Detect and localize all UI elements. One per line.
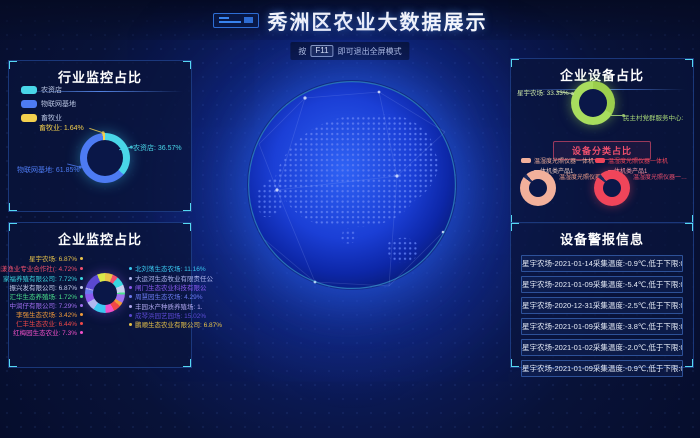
alarm-row[interactable]: 星宇农场-2021-01-02采集温度:-2.0℃,低于下限:0℃ [521, 339, 683, 356]
label-dot [129, 277, 132, 280]
leader-line [89, 128, 103, 133]
label-dot [80, 257, 83, 260]
label-dot [129, 295, 132, 298]
enterprise-donut-chart[interactable] [85, 273, 125, 313]
enterprise-chart-label: 周慧园生态农场: 4.29% [129, 291, 203, 301]
industry-donut-chart[interactable] [80, 133, 130, 183]
alarm-row[interactable]: 星宇农场-2021-01-14采集温度:-0.9℃,低于下限:0℃ [521, 255, 683, 272]
label-dot [80, 267, 83, 270]
class-right-legend[interactable]: 温湿度光照仪器一体机 [595, 156, 668, 165]
device-donut-chart[interactable] [571, 81, 615, 125]
class-left-legend[interactable]: 温湿度光照仪器一体机 [521, 156, 594, 165]
legend-swatch [21, 100, 37, 108]
class-left-donut-chart[interactable] [520, 170, 556, 206]
legend-item[interactable]: 物联网基地 [21, 99, 76, 109]
label-dot [129, 286, 132, 289]
page-title: 秀洲区农业大数据展示 [268, 6, 488, 35]
legend-swatch [21, 114, 37, 122]
enterprise-chart-label: 北刘荡生态农场: 11.16% [129, 263, 206, 273]
alarm-row[interactable]: 星宇农场-2020-12-31采集温度:-2.5℃,低于下限:0℃ [521, 297, 683, 314]
alarm-row[interactable]: 星宇农场-2021-01-09采集温度:-3.8℃,低于下限:0℃ [521, 318, 683, 335]
leader-line [611, 115, 623, 116]
panel-enterprise-monitor: 企业监控占比 星宇农场: 6.87% 石臼漾渔业专业合作社(: 4.72% 家福… [8, 222, 192, 368]
class-right-donut-chart[interactable] [594, 170, 630, 206]
label-dot [80, 277, 83, 280]
fullscreen-hint: 按 F11 即可退出全屏模式 [290, 42, 409, 60]
legend-label: 物联网基地 [41, 99, 76, 109]
alarm-row[interactable]: 星宇农场-2021-01-09采集温度:-0.9℃,低于下限:0℃ [521, 360, 683, 377]
industry-legend: 农资店 物联网基地 畜牧业 [21, 85, 76, 127]
chart-label: 农资店: 36.57% [133, 143, 182, 153]
enterprise-chart-label: 石臼漾渔业专业合作社(: 4.72% [0, 263, 83, 273]
label-dot [80, 304, 83, 307]
class-right-pointer-label: 温湿度光照仪器一… [633, 172, 687, 181]
enterprise-chart-label: 红梅园生态农业: 7.3% [13, 327, 83, 337]
chart-label: 畜牧业: 1.64% [39, 123, 84, 133]
legend-label: 农资店 [41, 85, 62, 95]
header: 秀洲区农业大数据展示 [0, 0, 700, 40]
label-dot [129, 323, 132, 326]
chart-label: 物联网基地: 61.85% [17, 165, 80, 175]
label-dot [129, 267, 132, 270]
panel-title: 行业监控占比 [9, 61, 191, 86]
label-dot [80, 331, 83, 334]
panel-alarm-info: 设备警报信息 星宇农场-2021-01-14采集温度:-0.9℃,低于下限:0℃… [510, 222, 694, 368]
panel-title: 企业设备占比 [511, 59, 693, 84]
enterprise-chart-label: 星宇农场: 6.87% [29, 253, 83, 263]
hint-suffix: 即可退出全屏模式 [338, 46, 402, 57]
legend-item[interactable]: 农资店 [21, 85, 76, 95]
panel-title: 设备警报信息 [511, 223, 693, 248]
alarm-row[interactable]: 星宇农场-2021-01-09采集温度:-5.4℃,低于下限:0℃ [521, 276, 683, 293]
chart-label: 民主村党群服务中心: [623, 112, 683, 122]
legend-swatch [595, 158, 605, 163]
legend-label: 畜牧业 [41, 113, 62, 123]
label-dot [129, 305, 132, 308]
legend-swatch [21, 86, 37, 94]
panel-title: 企业监控占比 [9, 223, 191, 248]
dashboard: 秀洲区农业大数据展示 按 F11 即可退出全屏模式 [0, 0, 700, 438]
legend-item[interactable]: 畜牧业 [21, 113, 76, 123]
label-dot [80, 286, 83, 289]
globe [247, 80, 457, 290]
panel-industry-monitor: 行业监控占比 农资店 物联网基地 畜牧业 畜牧业: 1.64% 农资店: 36.… [8, 60, 192, 212]
label-dot [80, 313, 83, 316]
brand-logo [213, 13, 259, 28]
f11-key: F11 [310, 45, 333, 57]
panel-device-ratio: 企业设备占比 星宇农场: 33.33% 民主村党群服务中心: 设备分类占比 温湿… [510, 58, 694, 224]
label-dot [80, 322, 83, 325]
label-dot [129, 314, 132, 317]
legend-swatch [521, 158, 531, 163]
globe-graphic [247, 80, 457, 290]
enterprise-chart-label: 鹏顺生态农业有限公司: 6.87% [129, 319, 222, 329]
hint-prefix: 按 [298, 46, 306, 57]
label-dot [80, 295, 83, 298]
